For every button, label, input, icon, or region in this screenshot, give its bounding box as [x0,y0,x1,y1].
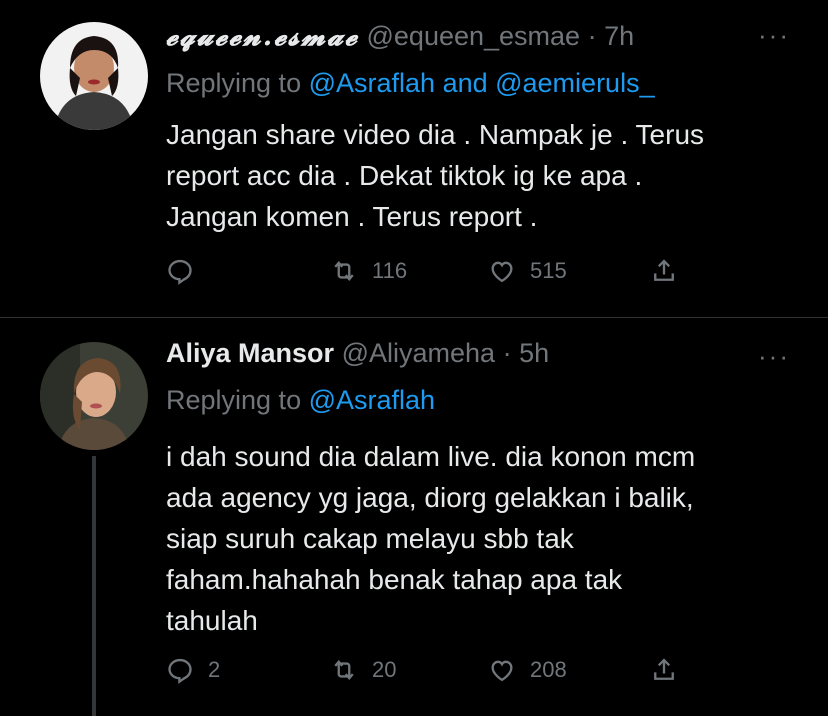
retweet-count: 20 [372,657,397,682]
like-icon [491,261,513,283]
reply-count: 2 [208,657,221,682]
replying-to: Replying to @Asraflah and @aemieruls_ [166,68,655,99]
replying-prefix: Replying to [166,68,302,98]
display-name[interactable]: 𝓮𝓺𝓾𝓮𝓮𝓷.𝓮𝓼𝓶𝓪𝓮 [166,21,359,52]
reply-icon [168,259,192,285]
tweet-text-line: Jangan share video dia . Nampak je . Ter… [166,119,705,150]
more-icon[interactable]: ··· [758,341,790,372]
retweet-button[interactable]: 20 [330,655,396,685]
share-button[interactable] [650,256,678,286]
retweet-icon [334,660,354,680]
avatar[interactable] [40,342,148,450]
tweet-text-line: ada agency yg jaga, diorg gelakkan i bal… [166,482,694,513]
timestamp[interactable]: 5h [519,338,549,368]
share-icon [654,658,674,680]
tweet-text-line: i dah sound dia dalam live. dia konon mc… [166,441,696,472]
share-icon [654,259,674,281]
share-button[interactable] [650,655,678,685]
more-icon[interactable]: ··· [758,20,790,51]
like-icon [491,660,513,682]
tweet-text: i dah sound dia dalam live. dia konon mc… [166,436,786,641]
tweet-text: Jangan share video dia . Nampak je . Ter… [166,114,786,237]
tweet-text-line: faham.hahahah benak tahap apa tak [166,564,623,595]
reply-mentions[interactable]: @Asraflah and @aemieruls_ [309,68,655,98]
like-count: 208 [530,657,567,682]
thread-line [92,456,96,716]
display-name[interactable]: Aliya Mansor [166,338,334,368]
separator-dot: · [587,21,597,51]
replying-to: Replying to @Asraflah [166,385,435,416]
timestamp[interactable]: 7h [604,21,634,51]
tweet-text-line: Jangan komen . Terus report . [166,201,538,232]
retweet-icon [334,261,354,281]
reply-button[interactable] [166,256,208,286]
like-count: 515 [530,258,567,283]
user-handle[interactable]: @equeen_esmae [367,21,581,51]
tweet-text-line: report acc dia . Dekat tiktok ig ke apa … [166,160,643,191]
tweet-text-line: tahulah [166,605,258,636]
tweet-actions: 116 515 [166,256,686,286]
avatar[interactable] [40,22,148,130]
reply-mentions[interactable]: @Asraflah [309,385,435,415]
tweet-1[interactable]: 𝓮𝓺𝓾𝓮𝓮𝓷.𝓮𝓼𝓶𝓪𝓮 @equeen_esmae · 7h ··· Repl… [0,0,828,318]
retweet-button[interactable]: 116 [330,256,407,286]
tweet-header: Aliya Mansor @Aliyameha · 5h [166,338,549,369]
separator-dot: · [502,338,512,368]
user-handle[interactable]: @Aliyameha [342,338,495,368]
reply-button[interactable]: 2 [166,655,220,685]
reply-icon [168,658,192,684]
like-button[interactable]: 208 [488,655,567,685]
replying-prefix: Replying to [166,385,302,415]
tweet-divider [0,317,828,318]
tweet-2[interactable]: Aliya Mansor @Aliyameha · 5h ··· Replyin… [0,319,828,716]
tweet-text-line: siap suruh cakap melayu sbb tak [166,523,574,554]
tweet-header: 𝓮𝓺𝓾𝓮𝓮𝓷.𝓮𝓼𝓶𝓪𝓮 @equeen_esmae · 7h [166,21,634,53]
like-button[interactable]: 515 [488,256,567,286]
retweet-count: 116 [372,258,408,283]
tweet-actions: 2 20 208 [166,655,686,685]
